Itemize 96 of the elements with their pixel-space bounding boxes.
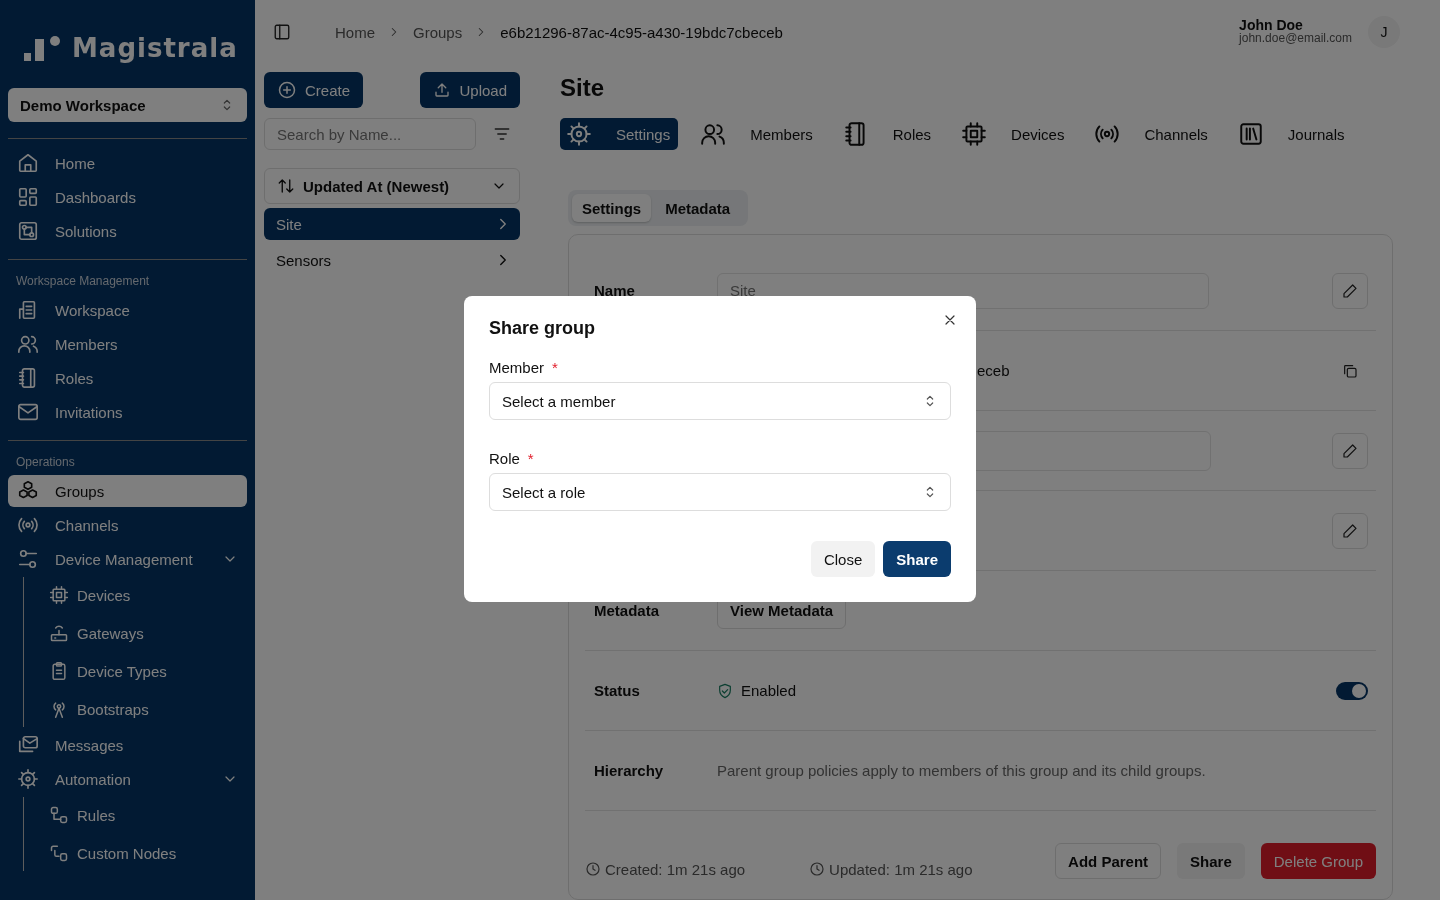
field-label: Hierarchy (594, 762, 664, 779)
solutions-icon (17, 220, 39, 242)
pencil-icon (1342, 442, 1358, 459)
action-button[interactable]: Delete Group (1260, 843, 1376, 879)
sidebar-item[interactable]: Solutions (8, 215, 247, 247)
sidebar-item[interactable]: Devices (40, 577, 247, 613)
edit-button[interactable] (1332, 432, 1368, 469)
dialog-button[interactable]: Share (883, 541, 951, 577)
sidebar-item[interactable]: Roles (8, 362, 247, 394)
clipboard-icon (49, 661, 69, 681)
sidebar-item[interactable]: Gateways (40, 615, 247, 651)
sidebar-toggle-button[interactable] (273, 23, 291, 41)
panel-icon (273, 23, 291, 41)
create-button[interactable]: Create (264, 72, 364, 108)
status-value: Enabled (741, 682, 797, 699)
router-icon (49, 623, 69, 643)
workspace-selector[interactable]: Demo Workspace (8, 88, 247, 122)
user-avatar[interactable]: J (1368, 16, 1400, 48)
plus-icon (277, 80, 297, 100)
tab[interactable]: Roles (836, 118, 940, 150)
sidebar-item[interactable]: Device Management (8, 543, 247, 575)
gear-icon (566, 121, 592, 147)
edit-button[interactable] (1332, 272, 1368, 309)
sidebar-item[interactable]: Invitations (8, 396, 247, 428)
logo-text: Magistrala (72, 33, 238, 63)
user-email: john.doe@email.com (1239, 32, 1352, 45)
dialog-title: Share group (489, 318, 596, 339)
updated-time: Updated: 1m 21s ago (829, 860, 973, 878)
pencil-icon (1342, 282, 1358, 299)
select-field[interactable]: Select a member (489, 382, 951, 420)
action-button[interactable]: Share (1177, 843, 1245, 879)
nodes-icon (49, 843, 69, 863)
field-label: Member (489, 359, 544, 376)
sidebar-item[interactable]: Dashboards (8, 181, 247, 213)
logo-icon (24, 33, 62, 63)
breadcrumb-link[interactable]: Groups (413, 23, 463, 41)
page-title: Site (560, 74, 605, 102)
select-field[interactable]: Select a role (489, 473, 951, 511)
status-toggle[interactable] (1336, 681, 1368, 700)
created-time: Created: 1m 21s ago (605, 860, 746, 878)
field-label: Role (489, 450, 520, 467)
sort-icon (277, 177, 295, 195)
home-icon (17, 152, 39, 174)
breadcrumb-link[interactable]: Home (335, 23, 375, 41)
field-label: Metadata (594, 602, 660, 619)
tab[interactable]: Channels (1088, 118, 1216, 150)
required-mark: * (527, 450, 534, 467)
sidebar-item[interactable]: Members (8, 328, 247, 360)
edit-button[interactable] (1332, 512, 1368, 549)
sidebar-item[interactable]: Device Types (40, 653, 247, 689)
upload-icon (433, 81, 452, 99)
section-title: Operations (15, 454, 76, 471)
tab[interactable]: Members (694, 118, 821, 150)
sort-dropdown[interactable]: Updated At (Newest) (264, 168, 520, 204)
user-name: John Doe (1239, 19, 1304, 32)
action-button[interactable]: Add Parent (1055, 843, 1162, 879)
sidebar-item[interactable]: Automation (8, 763, 247, 795)
gear-icon (17, 768, 39, 790)
chip-icon (49, 585, 69, 605)
rules-icon (49, 805, 69, 825)
required-mark: * (552, 359, 558, 376)
library-icon (1237, 121, 1264, 147)
field-label: Status (594, 682, 640, 699)
sidebar-item[interactable]: Home (8, 147, 247, 179)
sidebar-item[interactable]: Messages (8, 729, 247, 761)
grid-icon (17, 186, 39, 208)
sidebar-item[interactable]: Workspace (8, 294, 247, 326)
hierarchy-description: Parent group policies apply to members of this group and its child groups. (717, 762, 1206, 779)
sidebar-item[interactable]: Channels (8, 509, 247, 541)
dialog-button[interactable]: Close (810, 541, 876, 577)
users-icon (700, 121, 727, 147)
sliders-icon (17, 548, 39, 570)
copy-icon (1342, 362, 1358, 379)
subtab[interactable]: Settings (572, 194, 652, 222)
shield-check-icon (717, 682, 733, 699)
field-label: Name (594, 282, 635, 299)
clock-icon (809, 861, 826, 877)
id-value: eceb (976, 362, 1010, 379)
sidebar-item[interactable]: Rules (40, 797, 247, 833)
users-icon (17, 333, 39, 355)
subtab[interactable]: Metadata (655, 194, 741, 222)
tab[interactable]: Settings (560, 118, 679, 150)
pencil-icon (1342, 522, 1358, 539)
search-field[interactable]: Search by Name... (264, 118, 476, 150)
tab[interactable]: Devices (955, 118, 1073, 150)
chip-icon (961, 121, 988, 147)
group-list-item[interactable]: Site (264, 208, 520, 240)
upload-button[interactable]: Upload (420, 72, 520, 108)
sidebar-item[interactable]: Groups (8, 475, 247, 507)
mail-icon (17, 401, 39, 423)
tab[interactable]: Journals (1231, 118, 1353, 150)
section-title: Workspace Management (15, 273, 151, 290)
sidebar-item[interactable]: Bootstraps (40, 691, 247, 727)
clock-icon (585, 861, 601, 877)
group-list-item[interactable]: Sensors (264, 244, 520, 276)
sidebar-item[interactable]: Custom Nodes (40, 835, 247, 871)
